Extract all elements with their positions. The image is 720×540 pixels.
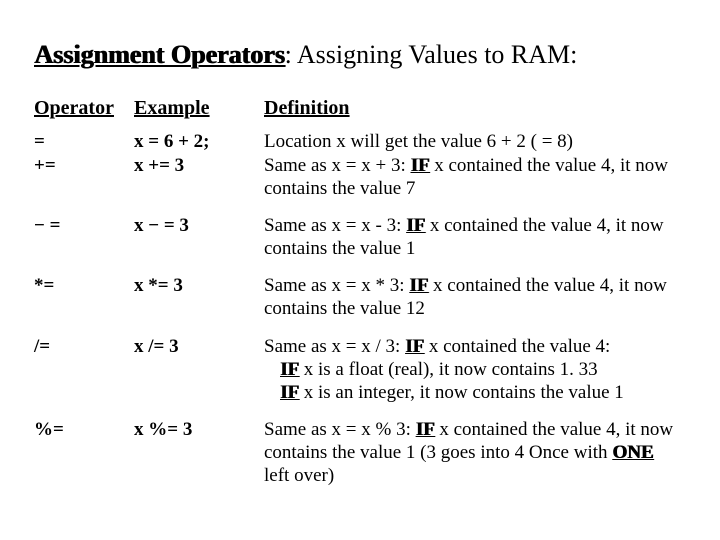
table-row: %= x %= 3 Same as x = x % 3: IF x contai…	[34, 418, 686, 502]
example-cell: x %= 3	[134, 418, 264, 502]
example-cell: x − = 3	[134, 214, 264, 274]
slide: Assignment Operators: Assigning Values t…	[0, 0, 720, 502]
col-operator: Operator	[34, 96, 134, 130]
example-cell: x /= 3	[134, 335, 264, 419]
operator-cell: %=	[34, 418, 134, 502]
definition-cell: Same as x = x / 3: IF x contained the va…	[264, 335, 686, 419]
definition-cell: Same as x = x % 3: IF x contained the va…	[264, 418, 686, 502]
table-header-row: Operator Example Definition	[34, 96, 686, 130]
title-rest: : Assigning Values to RAM:	[285, 40, 578, 69]
table-row: − = x − = 3 Same as x = x - 3: IF x cont…	[34, 214, 686, 274]
example-cell: x = 6 + 2; x += 3	[134, 130, 264, 214]
table-row: /= x /= 3 Same as x = x / 3: IF x contai…	[34, 335, 686, 419]
definition-cell: Location x will get the value 6 + 2 ( = …	[264, 130, 686, 214]
table-body: = += x = 6 + 2; x += 3 Location x will g…	[34, 130, 686, 501]
table-row: = += x = 6 + 2; x += 3 Location x will g…	[34, 130, 686, 214]
definition-cell: Same as x = x * 3: IF x contained the va…	[264, 274, 686, 334]
operator-cell: = +=	[34, 130, 134, 214]
operator-cell: /=	[34, 335, 134, 419]
operator-cell: − =	[34, 214, 134, 274]
title-bold: Assignment Operators	[34, 40, 285, 69]
col-definition: Definition	[264, 96, 686, 130]
definition-cell: Same as x = x - 3: IF x contained the va…	[264, 214, 686, 274]
table-row: *= x *= 3 Same as x = x * 3: IF x contai…	[34, 274, 686, 334]
page-title: Assignment Operators: Assigning Values t…	[34, 40, 686, 70]
operator-cell: *=	[34, 274, 134, 334]
example-cell: x *= 3	[134, 274, 264, 334]
operators-table: Operator Example Definition = += x = 6 +…	[34, 96, 686, 502]
col-example: Example	[134, 96, 264, 130]
